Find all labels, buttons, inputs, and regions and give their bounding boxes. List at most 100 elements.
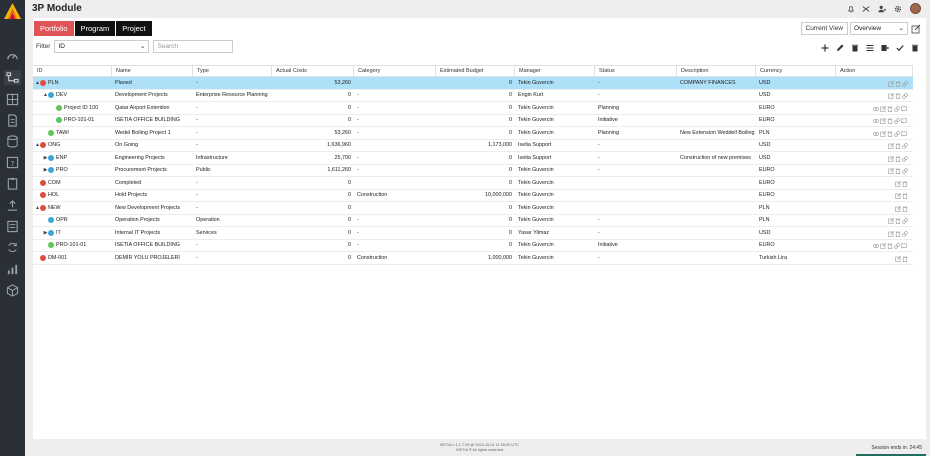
column-header-category[interactable]: Category bbox=[354, 66, 436, 76]
delete-icon[interactable] bbox=[895, 142, 901, 150]
delete-icon[interactable] bbox=[902, 180, 908, 187]
table-row[interactable]: ▲ ONG On Going - 1,636,960 1,173,000 Isetia Su… bbox=[33, 140, 913, 152]
table-row[interactable]: ▶ PRO Procurement Projects Public 1,611,260-… bbox=[33, 165, 913, 177]
delete-icon[interactable] bbox=[887, 130, 893, 137]
view-dropdown[interactable]: Overview ⌄ bbox=[850, 22, 908, 35]
dashboard-icon[interactable] bbox=[4, 49, 21, 64]
trash-icon[interactable] bbox=[910, 43, 920, 53]
delete-icon[interactable] bbox=[850, 43, 860, 53]
delete-icon[interactable] bbox=[895, 155, 901, 162]
export-icon[interactable] bbox=[880, 43, 890, 53]
column-header-actual-costs[interactable]: Actual Costs bbox=[272, 66, 354, 76]
gear-icon[interactable] bbox=[893, 4, 903, 14]
check-icon[interactable] bbox=[895, 43, 905, 53]
comment-icon[interactable] bbox=[900, 105, 907, 112]
table-row[interactable]: Project ID 100 Qatar Airport Extention -0-… bbox=[33, 102, 913, 115]
delete-icon[interactable] bbox=[887, 242, 893, 250]
edit-icon[interactable] bbox=[835, 43, 845, 53]
table-row[interactable]: ▲ DEV Development Projects Enterprise Resou… bbox=[33, 90, 913, 102]
edit-icon[interactable] bbox=[887, 92, 894, 100]
document-icon[interactable] bbox=[4, 113, 21, 128]
edit-icon[interactable] bbox=[879, 242, 886, 250]
edit-icon[interactable] bbox=[887, 167, 894, 175]
chart-icon[interactable] bbox=[4, 262, 21, 277]
bell-icon[interactable] bbox=[846, 4, 856, 14]
column-header-type[interactable]: Type bbox=[193, 66, 272, 76]
link-icon[interactable] bbox=[901, 155, 908, 162]
edit-icon[interactable] bbox=[895, 192, 901, 200]
view-icon[interactable] bbox=[872, 117, 879, 124]
filter-field-dropdown[interactable]: ID ⌄ bbox=[54, 40, 150, 53]
hierarchy-icon[interactable] bbox=[4, 70, 21, 85]
shuffle-icon[interactable] bbox=[861, 4, 871, 14]
edit-icon[interactable] bbox=[887, 217, 894, 225]
link-icon[interactable] bbox=[901, 142, 908, 149]
tab-project[interactable]: Project bbox=[116, 21, 152, 36]
user-settings-icon[interactable] bbox=[877, 4, 887, 14]
table-row[interactable]: DM-001 DEMİR YOLU PROJELERİ - 0 Construction… bbox=[33, 252, 913, 265]
edit-view-icon[interactable] bbox=[911, 24, 921, 34]
delete-icon[interactable] bbox=[895, 217, 901, 225]
column-header-currency[interactable]: Currency bbox=[756, 66, 836, 76]
clipboard-icon[interactable] bbox=[4, 176, 21, 191]
edit-icon[interactable] bbox=[879, 105, 886, 112]
table-row[interactable]: PRO-101-01 ISETIA OFFICE BUILDING -0-0 Teki… bbox=[33, 240, 913, 252]
table-row[interactable]: ▲ NEW New Development Projects - 0 0 Tekin Guv… bbox=[33, 202, 913, 215]
search-input[interactable] bbox=[153, 40, 234, 53]
cube-icon[interactable] bbox=[4, 283, 21, 298]
link-icon[interactable] bbox=[893, 242, 900, 249]
upload-icon[interactable] bbox=[4, 198, 21, 213]
app-logo-icon[interactable] bbox=[4, 3, 21, 23]
delete-icon[interactable] bbox=[902, 205, 908, 212]
table-row[interactable]: COM Completed - 0 0 Tekin Guvercin EURO bbox=[33, 177, 913, 190]
edit-icon[interactable] bbox=[895, 180, 901, 187]
link-icon[interactable] bbox=[901, 167, 908, 174]
edit-icon[interactable] bbox=[879, 117, 886, 125]
column-header-estimated-budget[interactable]: Estimated Budget bbox=[436, 66, 515, 76]
column-header-name[interactable]: Name bbox=[112, 66, 193, 76]
link-icon[interactable] bbox=[901, 92, 908, 99]
comment-icon[interactable] bbox=[900, 117, 907, 124]
edit-icon[interactable] bbox=[879, 130, 886, 137]
delete-icon[interactable] bbox=[895, 80, 901, 87]
view-icon[interactable] bbox=[872, 242, 879, 249]
report-icon[interactable] bbox=[4, 219, 21, 234]
view-icon[interactable] bbox=[872, 130, 879, 136]
edit-icon[interactable] bbox=[895, 255, 901, 262]
table-row[interactable]: OPR Operation Projects Operation 0-0 Tekin G… bbox=[33, 215, 913, 227]
table-row[interactable]: PRO-101-01 ISETIA OFFICE BUILDING -0-0 Teki… bbox=[33, 115, 913, 127]
delete-icon[interactable] bbox=[895, 230, 901, 237]
delete-icon[interactable] bbox=[902, 192, 908, 200]
tab-program[interactable]: Program bbox=[74, 21, 116, 36]
link-icon[interactable] bbox=[893, 105, 900, 112]
list-icon[interactable] bbox=[865, 43, 875, 53]
avatar[interactable] bbox=[910, 3, 921, 14]
edit-icon[interactable] bbox=[887, 80, 894, 87]
table-row[interactable]: HOL Hold Projects - 0 Construction 10,000,000… bbox=[33, 190, 913, 202]
comment-icon[interactable] bbox=[900, 130, 907, 137]
database-icon[interactable] bbox=[4, 134, 21, 149]
column-header-id[interactable]: ID bbox=[33, 66, 112, 76]
add-icon[interactable] bbox=[820, 43, 830, 53]
link-icon[interactable] bbox=[901, 80, 908, 87]
delete-icon[interactable] bbox=[895, 92, 901, 100]
link-icon[interactable] bbox=[893, 130, 900, 137]
delete-icon[interactable] bbox=[895, 167, 901, 175]
link-icon[interactable] bbox=[893, 117, 900, 124]
delete-icon[interactable] bbox=[887, 105, 893, 112]
delete-icon[interactable] bbox=[902, 255, 908, 262]
grid-icon[interactable] bbox=[4, 92, 21, 107]
table-row[interactable]: TAWI Wedel Boiling Project 1-53,260-0 Teki… bbox=[33, 127, 913, 140]
view-icon[interactable] bbox=[872, 105, 879, 111]
tab-portfolio[interactable]: Portfolio bbox=[34, 21, 74, 36]
column-header-manager[interactable]: Manager bbox=[515, 66, 595, 76]
link-icon[interactable] bbox=[901, 217, 908, 224]
help-icon[interactable]: ? bbox=[4, 155, 21, 170]
comment-icon[interactable] bbox=[900, 242, 907, 249]
table-row[interactable]: ▲ PLN Planed - 53,260 0 Tekin Guvercin - COMPANY… bbox=[33, 77, 913, 90]
table-row[interactable]: ▶ ENP Engineering Projects Infrastructure 25… bbox=[33, 152, 913, 165]
edit-icon[interactable] bbox=[887, 155, 894, 162]
edit-icon[interactable] bbox=[887, 230, 894, 237]
column-header-description[interactable]: Description bbox=[677, 66, 756, 76]
edit-icon[interactable] bbox=[887, 142, 894, 150]
